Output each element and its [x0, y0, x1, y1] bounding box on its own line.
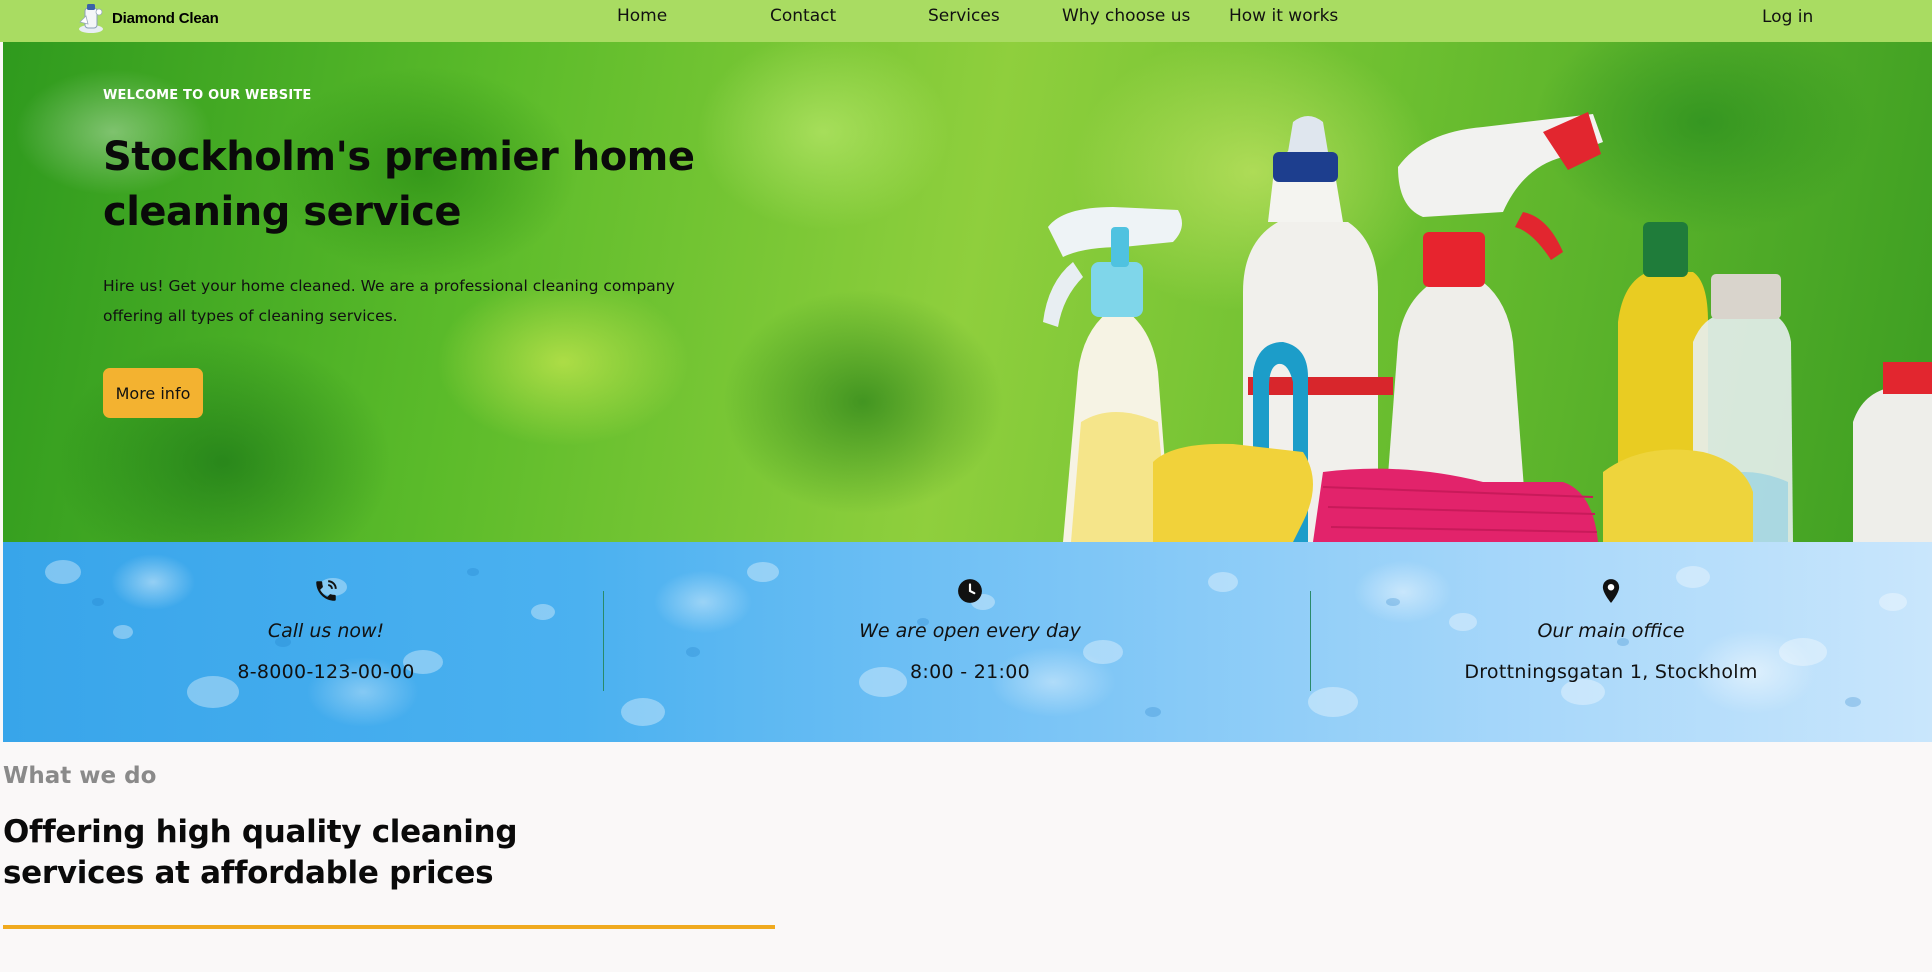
- phone-info: Call us now! 8-8000-123-00-00: [76, 578, 576, 683]
- office-title: Our main office: [1537, 620, 1685, 642]
- brand-name: Diamond Clean: [112, 9, 219, 27]
- opening-hours-info: We are open every day 8:00 - 21:00: [720, 578, 1220, 683]
- map-pin-icon: [1602, 579, 1620, 603]
- section-heading: Offering high quality cleaning services …: [3, 814, 518, 891]
- nav-why-choose-us-link[interactable]: Why choose us: [1062, 6, 1190, 26]
- hero-eyebrow: WELCOME TO OUR WEBSITE: [103, 88, 312, 103]
- contact-info-strip: Call us now! 8-8000-123-00-00 We are ope…: [3, 542, 1932, 742]
- divider: [1310, 591, 1311, 691]
- more-info-button[interactable]: More info: [103, 368, 203, 418]
- section-divider-rule: [3, 925, 775, 929]
- hero-banner: WELCOME TO OUR WEBSITE Stockholm's premi…: [3, 42, 1932, 542]
- login-link[interactable]: Log in: [1762, 7, 1813, 27]
- cleaning-products-image: [1043, 112, 1932, 542]
- section-eyebrow: What we do: [3, 763, 157, 789]
- hero-description: Hire us! Get your home cleaned. We are a…: [103, 277, 675, 325]
- diamond-logo-icon: [76, 2, 106, 34]
- divider: [603, 591, 604, 691]
- office-address: Drottningsgatan 1, Stockholm: [1464, 661, 1758, 683]
- hero-title: Stockholm's premier home cleaning servic…: [103, 134, 695, 235]
- hours-title: We are open every day: [859, 620, 1081, 642]
- office-info: Our main office Drottningsgatan 1, Stock…: [1361, 578, 1861, 683]
- hours-value: 8:00 - 21:00: [910, 661, 1030, 683]
- phone-title: Call us now!: [267, 620, 385, 642]
- clock-icon: [958, 579, 982, 603]
- brand[interactable]: Diamond Clean: [76, 0, 219, 36]
- phone-number[interactable]: 8-8000-123-00-00: [76, 661, 576, 683]
- nav-services-link[interactable]: Services: [928, 6, 1000, 26]
- nav-contact-link[interactable]: Contact: [770, 6, 836, 26]
- phone-icon: [316, 580, 337, 601]
- nav-home-link[interactable]: Home: [617, 6, 667, 26]
- nav-how-it-works-link[interactable]: How it works: [1229, 6, 1338, 26]
- top-navbar: Diamond Clean Home Contact Services Why …: [0, 0, 1932, 42]
